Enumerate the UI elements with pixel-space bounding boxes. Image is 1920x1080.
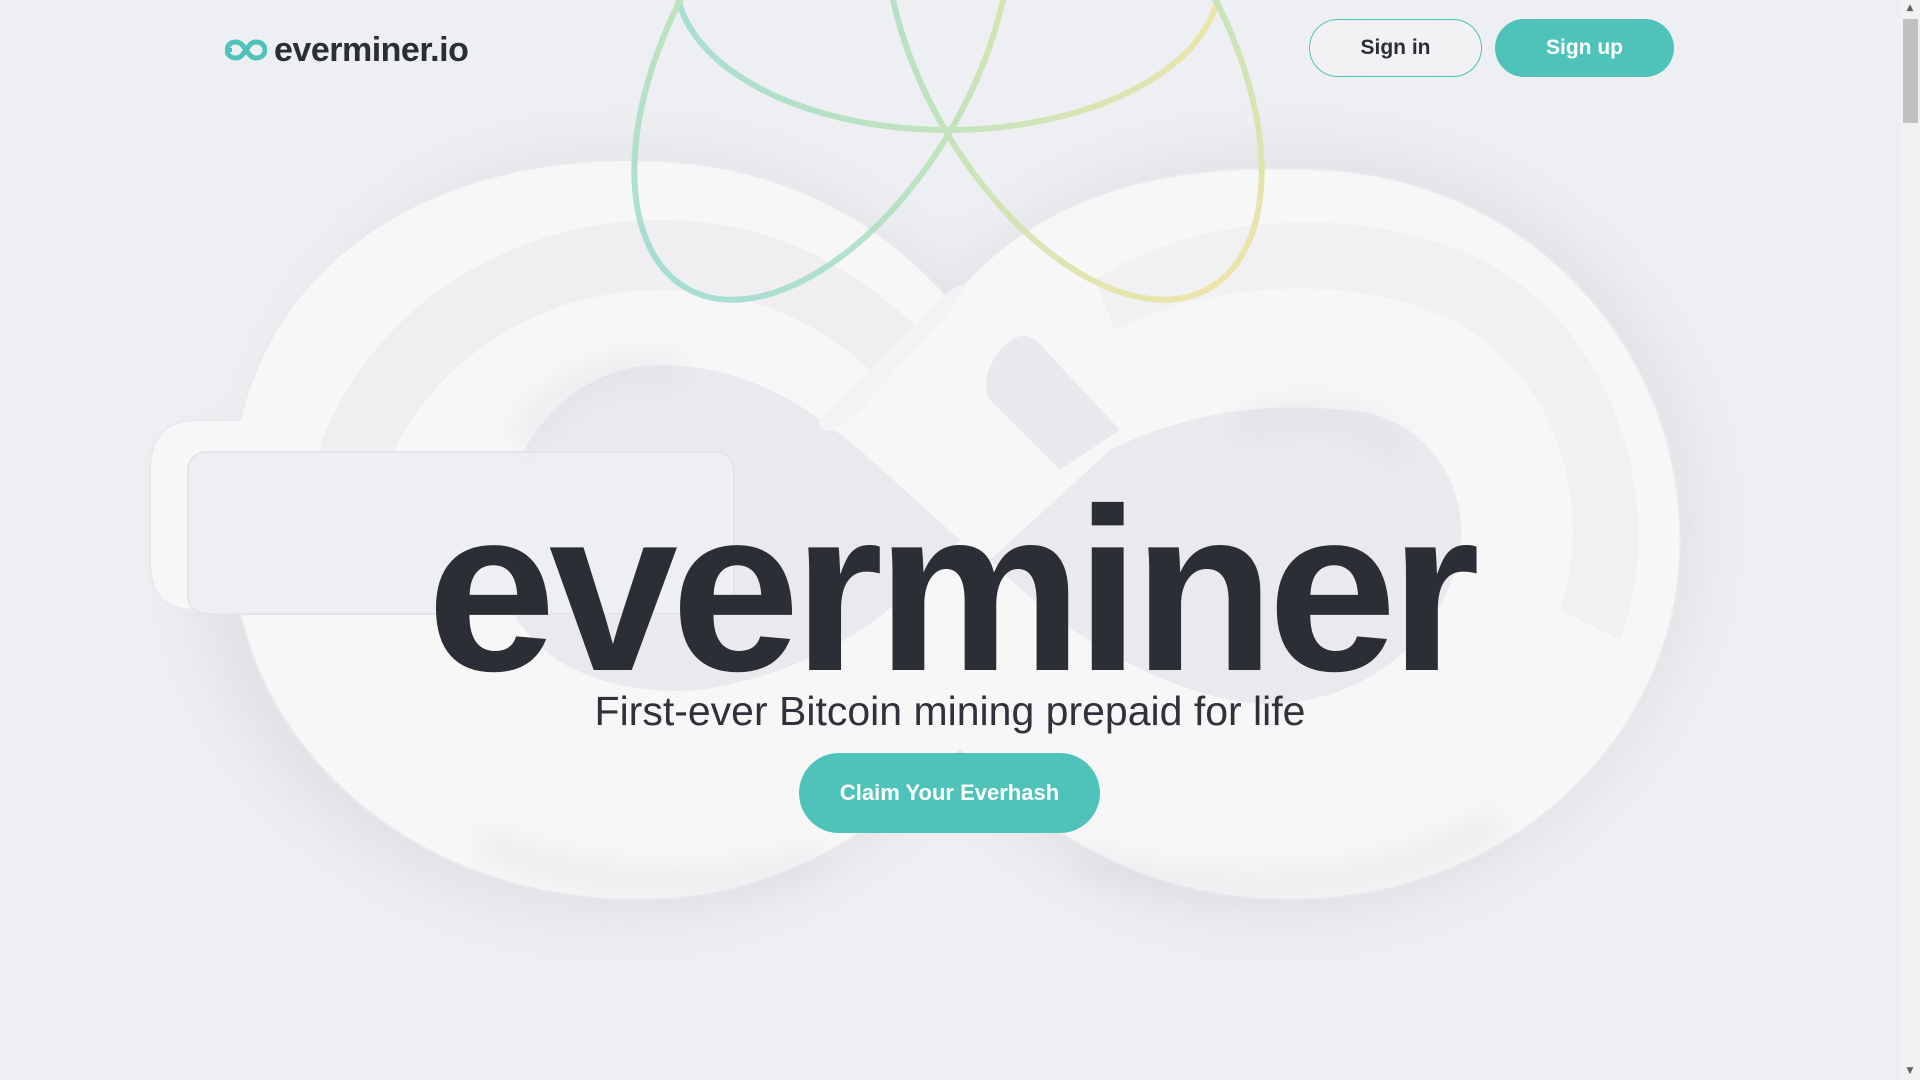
logo-wordmark: everminer.io bbox=[274, 30, 469, 69]
vertical-scrollbar[interactable]: ▲ ▼ bbox=[1900, 0, 1920, 1080]
page: everminer.io Sign in Sign up everminer F… bbox=[0, 0, 1920, 1080]
top-navbar: everminer.io Sign in Sign up bbox=[0, 0, 1900, 100]
site-logo[interactable]: everminer.io bbox=[225, 30, 469, 70]
hero-title: everminer bbox=[426, 461, 1480, 720]
scrollbar-thumb[interactable] bbox=[1903, 19, 1918, 123]
scroll-down-arrow-icon[interactable]: ▼ bbox=[1900, 1063, 1920, 1080]
scroll-up-arrow-icon[interactable]: ▲ bbox=[1900, 0, 1920, 17]
claim-everhash-button[interactable]: Claim Your Everhash bbox=[799, 753, 1100, 833]
sign-up-button[interactable]: Sign up bbox=[1495, 19, 1674, 77]
infinity-logo-icon bbox=[225, 39, 267, 61]
sign-in-button[interactable]: Sign in bbox=[1309, 19, 1482, 77]
hero-subtitle: First-ever Bitcoin mining prepaid for li… bbox=[594, 688, 1306, 734]
